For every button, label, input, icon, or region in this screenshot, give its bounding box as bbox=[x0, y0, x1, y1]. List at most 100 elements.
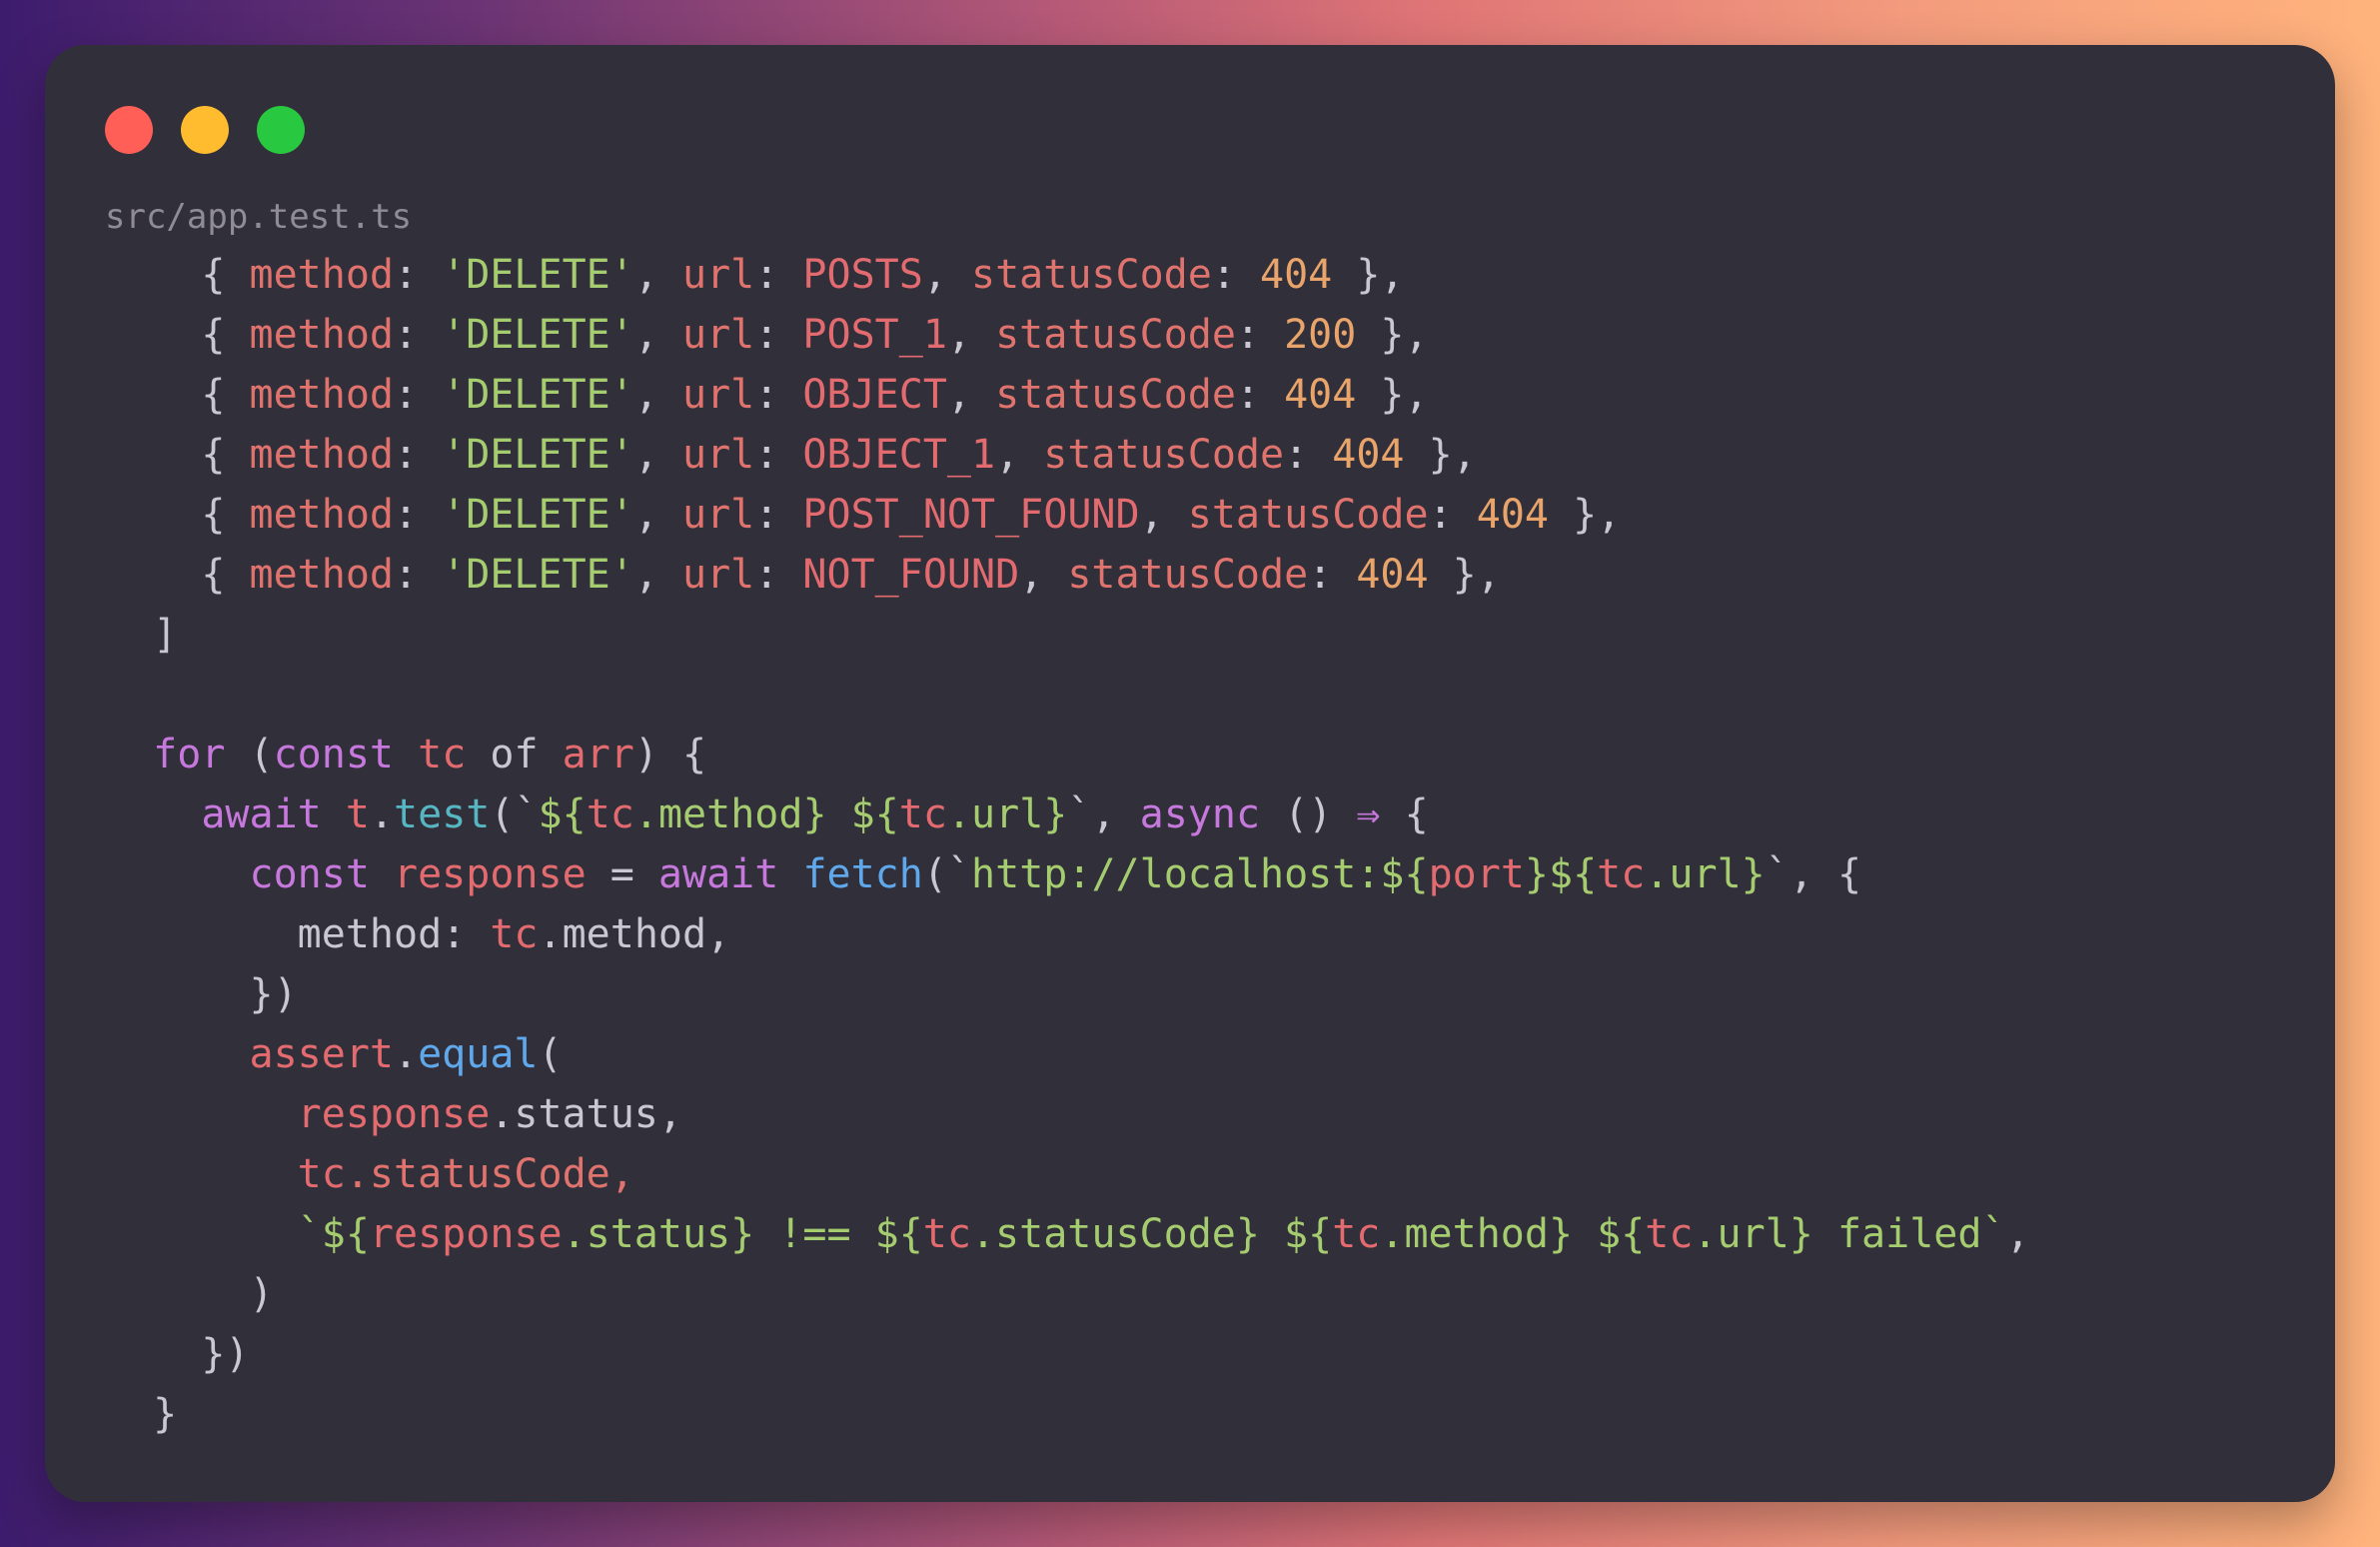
code-token: ) { bbox=[633, 732, 707, 777]
code-token: async bbox=[1139, 791, 1261, 837]
code-token: { bbox=[105, 492, 250, 538]
code-line: { method: 'DELETE', url: POSTS, statusCo… bbox=[105, 245, 2275, 305]
code-token: }, bbox=[1549, 492, 1622, 538]
code-token: .statusCode} bbox=[970, 1211, 1260, 1257]
code-line: ] bbox=[105, 605, 2275, 665]
close-window-button[interactable] bbox=[105, 106, 153, 154]
code-token: ( bbox=[538, 1031, 563, 1077]
code-token: method bbox=[249, 312, 395, 358]
code-token: 404 bbox=[1284, 372, 1357, 418]
code-token: { bbox=[105, 432, 250, 478]
code-line: }) bbox=[105, 964, 2275, 1024]
code-token: : bbox=[754, 372, 803, 418]
code-line: response.status, bbox=[105, 1084, 2275, 1144]
code-token: } bbox=[105, 1391, 178, 1437]
code-token: of bbox=[466, 732, 563, 777]
code-token: port bbox=[1428, 851, 1525, 897]
code-token: url bbox=[682, 552, 755, 598]
code-token: { bbox=[105, 312, 250, 358]
code-token: 'DELETE' bbox=[442, 312, 634, 358]
code-window: src/app.test.ts { method: 'DELETE', url:… bbox=[45, 45, 2335, 1502]
code-token: ( bbox=[225, 732, 274, 777]
code-token: : bbox=[1284, 432, 1333, 478]
code-token: fetch bbox=[802, 851, 923, 897]
code-token: .url} bbox=[1693, 1211, 1813, 1257]
code-token: (` bbox=[922, 851, 972, 897]
code-token: statusCode bbox=[1043, 432, 1285, 478]
code-token: ${ bbox=[850, 791, 899, 837]
code-token: tc bbox=[490, 911, 539, 957]
code-token: }) bbox=[105, 1331, 250, 1377]
code-token: method bbox=[249, 372, 395, 418]
code-token: test bbox=[394, 791, 491, 837]
code-token: : bbox=[394, 252, 443, 298]
code-token: , bbox=[633, 552, 682, 598]
code-token: }, bbox=[1356, 312, 1429, 358]
code-token: response bbox=[297, 1091, 491, 1137]
code-token: statusCode bbox=[971, 252, 1212, 298]
code-token: : bbox=[754, 312, 803, 358]
code-token: .url} bbox=[1645, 851, 1766, 897]
code-token: const bbox=[249, 851, 370, 897]
code-token: OBJECT_1 bbox=[802, 432, 996, 478]
code-line: }) bbox=[105, 1324, 2275, 1384]
code-token: : bbox=[394, 492, 443, 538]
code-token: statusCode bbox=[1187, 492, 1429, 538]
code-token: tc bbox=[898, 791, 947, 837]
code-token: : bbox=[1235, 312, 1285, 358]
code-token: const bbox=[273, 732, 395, 777]
code-token: , bbox=[633, 492, 682, 538]
code-token: , bbox=[946, 312, 996, 358]
code-token: : bbox=[1235, 372, 1285, 418]
code-token: : bbox=[754, 252, 803, 298]
code-token: { bbox=[105, 252, 250, 298]
code-token: ${ bbox=[538, 791, 587, 837]
maximize-window-button[interactable] bbox=[257, 106, 305, 154]
code-token: 404 bbox=[1332, 432, 1405, 478]
code-token: (` bbox=[490, 791, 539, 837]
code-token: : bbox=[754, 552, 803, 598]
code-token: await bbox=[201, 791, 322, 837]
code-token: }, bbox=[1428, 552, 1501, 598]
code-token: method: bbox=[105, 911, 491, 957]
code-token: method bbox=[249, 492, 395, 538]
file-name: src/app.test.ts bbox=[105, 197, 413, 237]
code-token: : bbox=[394, 372, 443, 418]
code-token: POSTS bbox=[802, 252, 923, 298]
code-token: , bbox=[633, 372, 682, 418]
minimize-window-button[interactable] bbox=[181, 106, 229, 154]
code-token: statusCode bbox=[995, 312, 1236, 358]
code-token: 'DELETE' bbox=[442, 492, 634, 538]
code-line: ) bbox=[105, 1264, 2275, 1324]
code-token: , bbox=[633, 252, 682, 298]
code-token: NOT_FOUND bbox=[802, 552, 1020, 598]
code-token: : bbox=[754, 432, 803, 478]
code-line: } bbox=[105, 1384, 2275, 1444]
code-token: ${ bbox=[1573, 1211, 1646, 1257]
code-token: 'DELETE' bbox=[442, 252, 634, 298]
code-token: .method} bbox=[1380, 1211, 1574, 1257]
code-token: 404 bbox=[1476, 492, 1549, 538]
code-token: 'DELETE' bbox=[442, 552, 634, 598]
code-token: method bbox=[249, 552, 395, 598]
code-token: ${ bbox=[1259, 1211, 1333, 1257]
code-line: `${response.status} !== ${tc.statusCode}… bbox=[105, 1204, 2275, 1264]
code-token: , bbox=[995, 432, 1044, 478]
code-token: response bbox=[394, 851, 587, 897]
code-token: tc bbox=[586, 791, 634, 837]
code-line: { method: 'DELETE', url: NOT_FOUND, stat… bbox=[105, 545, 2275, 605]
code-token: .url} bbox=[946, 791, 1068, 837]
code-token: : bbox=[394, 312, 443, 358]
code-token: !== ${ bbox=[754, 1211, 923, 1257]
code-token: .status} bbox=[562, 1211, 755, 1257]
code-token: .method} bbox=[633, 791, 827, 837]
code-token: }, bbox=[1404, 432, 1477, 478]
code-token: url bbox=[682, 492, 755, 538]
code-token: : bbox=[394, 552, 443, 598]
